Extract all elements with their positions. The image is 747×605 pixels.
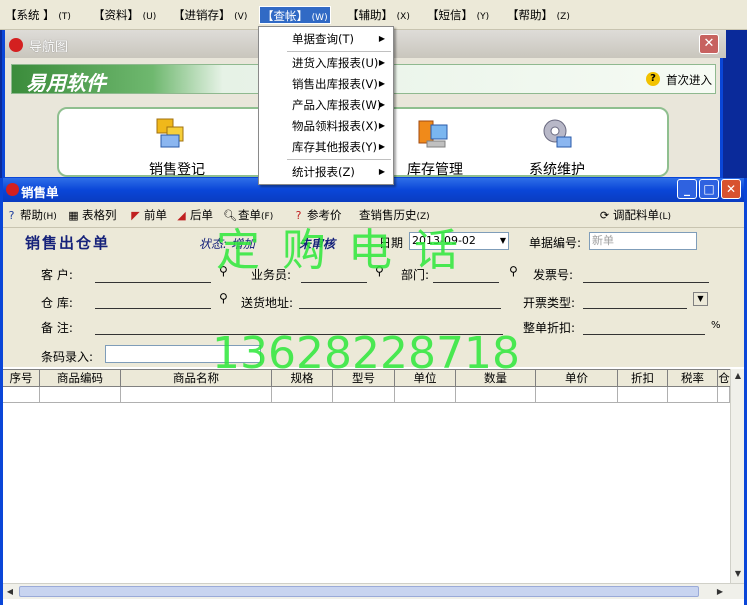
first-entry-link[interactable]: 首次进入 <box>666 72 712 88</box>
department-field[interactable] <box>433 282 499 283</box>
menu-help[interactable]: 【帮助】 (Z) <box>505 6 572 24</box>
discount-field[interactable] <box>583 334 705 335</box>
remark-label: 备 注: <box>41 321 73 335</box>
barcode-label: 条码录入: <box>41 350 94 364</box>
help-icon: ? <box>8 209 15 222</box>
chevron-down-icon[interactable]: ▼ <box>500 233 506 249</box>
grid-cell[interactable] <box>333 387 395 403</box>
items-grid: 序号 商品编码 商品名称 规格 型号 单位 数量 单价 折扣 税率 仓 ▲ ▼ … <box>3 369 744 605</box>
menu-item-stats-report[interactable]: 统计报表(Z) ▶ <box>259 162 393 182</box>
menu-divider <box>287 159 391 160</box>
minimize-icon[interactable]: _ <box>677 179 697 199</box>
help-icon[interactable]: ? <box>646 72 660 86</box>
form-title: 销售出仓单 <box>25 234 111 252</box>
menu-item-stock-other-report[interactable]: 库存其他报表(Y) ▶ <box>259 137 393 157</box>
column-header[interactable]: 税率 <box>668 370 718 386</box>
grid-icon: ▦ <box>68 209 79 222</box>
search-icon[interactable]: ⚲ <box>219 291 228 305</box>
customer-label: 客 户: <box>41 268 73 282</box>
column-header[interactable]: 单价 <box>536 370 618 386</box>
column-header[interactable]: 商品编码 <box>40 370 121 386</box>
scroll-up-icon[interactable]: ▲ <box>731 369 745 383</box>
grid-cell[interactable] <box>3 387 40 403</box>
menu-data[interactable]: 【资料】 (U) <box>91 6 158 24</box>
grid-cell[interactable] <box>121 387 272 403</box>
delivery-address-label: 送货地址: <box>241 296 294 310</box>
doc-number-field[interactable]: 新单 <box>589 232 697 250</box>
doc-number-label: 单据编号: <box>529 236 582 250</box>
grid-cell[interactable] <box>668 387 718 403</box>
app-logo-icon <box>9 38 23 52</box>
search-refresh-icon: ⟳ <box>599 209 610 222</box>
system-maintain-icon[interactable] <box>537 115 577 153</box>
watermark-phone: 13628228718 <box>212 328 520 379</box>
column-header[interactable]: 折扣 <box>618 370 668 386</box>
close-icon[interactable]: ✕ <box>721 179 741 199</box>
sales-window-title: 销售单 <box>21 185 59 200</box>
grid-cell[interactable] <box>40 387 121 403</box>
grid-cell[interactable] <box>618 387 668 403</box>
help-button[interactable]: ? 帮助(H) <box>5 207 57 223</box>
menu-sms[interactable]: 【短信】 (Y) <box>425 6 491 24</box>
menu-system[interactable]: 【系统 】 (T) <box>3 6 73 24</box>
discount-label: 整单折扣: <box>523 321 576 335</box>
scroll-right-icon[interactable]: ▶ <box>713 585 727 599</box>
tile-label: 销售登记 <box>149 162 205 178</box>
grid-cell[interactable] <box>456 387 536 403</box>
scroll-left-icon[interactable]: ◀ <box>3 585 17 599</box>
menu-item-material-report[interactable]: 物品领料报表(X) ▶ <box>259 116 393 136</box>
search-icon[interactable]: ⚲ <box>509 264 518 278</box>
menu-accounts[interactable]: 【查帐】 (W) <box>259 6 331 24</box>
next-doc-button[interactable]: ◢ 后单 <box>175 207 213 223</box>
menu-item-product-report[interactable]: 产品入库报表(W) ▶ <box>259 95 393 115</box>
invoice-number-field[interactable] <box>583 282 709 283</box>
prev-doc-button[interactable]: ◤ 前单 <box>129 207 167 223</box>
tile-label: 系统维护 <box>529 162 585 178</box>
salesman-field[interactable] <box>301 282 367 283</box>
brand-name: 易用软件 <box>26 71 106 95</box>
invoice-type-field[interactable] <box>583 308 687 309</box>
vertical-scrollbar[interactable]: ▲ ▼ <box>730 369 744 583</box>
menu-divider <box>287 51 391 52</box>
menu-tools[interactable]: 【辅助】 (X) <box>345 6 412 24</box>
scroll-thumb[interactable] <box>19 586 699 597</box>
column-header[interactable]: 仓 <box>718 370 730 386</box>
invoice-type-label: 开票类型: <box>523 296 576 310</box>
menu-inventory[interactable]: 【进销存】 (V) <box>171 6 249 24</box>
warehouse-label: 仓 库: <box>41 296 73 310</box>
grid-cell[interactable] <box>718 387 730 403</box>
arrow-right-icon: ◢ <box>177 209 186 222</box>
navigator-title: 导航图 <box>29 40 69 55</box>
sales-register-icon[interactable] <box>151 115 191 153</box>
menu-item-sales-report[interactable]: 销售出库报表(V) ▶ <box>259 74 393 94</box>
watermark-text: 定 购 电 话 <box>216 225 462 276</box>
scroll-down-icon[interactable]: ▼ <box>731 567 745 581</box>
column-header[interactable]: 序号 <box>3 370 40 386</box>
horizontal-scrollbar[interactable]: ◀ ▶ <box>3 583 744 599</box>
arrow-left-icon: ◤ <box>131 209 140 222</box>
delivery-address-field[interactable] <box>299 308 501 309</box>
chevron-down-icon[interactable]: ▼ <box>693 292 708 306</box>
warehouse-field[interactable] <box>95 308 211 309</box>
grid-cell[interactable] <box>536 387 618 403</box>
grid-cell[interactable] <box>395 387 456 403</box>
app-logo-icon <box>6 183 19 196</box>
maximize-icon[interactable]: □ <box>699 179 719 199</box>
invoice-number-label: 发票号: <box>533 268 574 282</box>
tile-label: 库存管理 <box>407 162 463 178</box>
adjust-material-button[interactable]: ⟳ 调配料单(L) <box>598 207 671 223</box>
menu-item-purchase-report[interactable]: 进货入库报表(U) ▶ <box>259 53 393 73</box>
table-columns-button[interactable]: ▦ 表格列 <box>67 207 116 223</box>
close-icon[interactable]: ✕ <box>699 34 719 54</box>
accounts-dropdown-menu: 单据查询(T) ▶ 进货入库报表(U) ▶ 销售出库报表(V) ▶ 产品入库报表(W)… <box>258 26 394 185</box>
inventory-manage-icon[interactable] <box>413 115 453 153</box>
menu-item-doc-query[interactable]: 单据查询(T) ▶ <box>259 29 393 49</box>
customer-field[interactable] <box>95 282 211 283</box>
grid-cell[interactable] <box>272 387 333 403</box>
percent-sign: % <box>711 320 721 331</box>
